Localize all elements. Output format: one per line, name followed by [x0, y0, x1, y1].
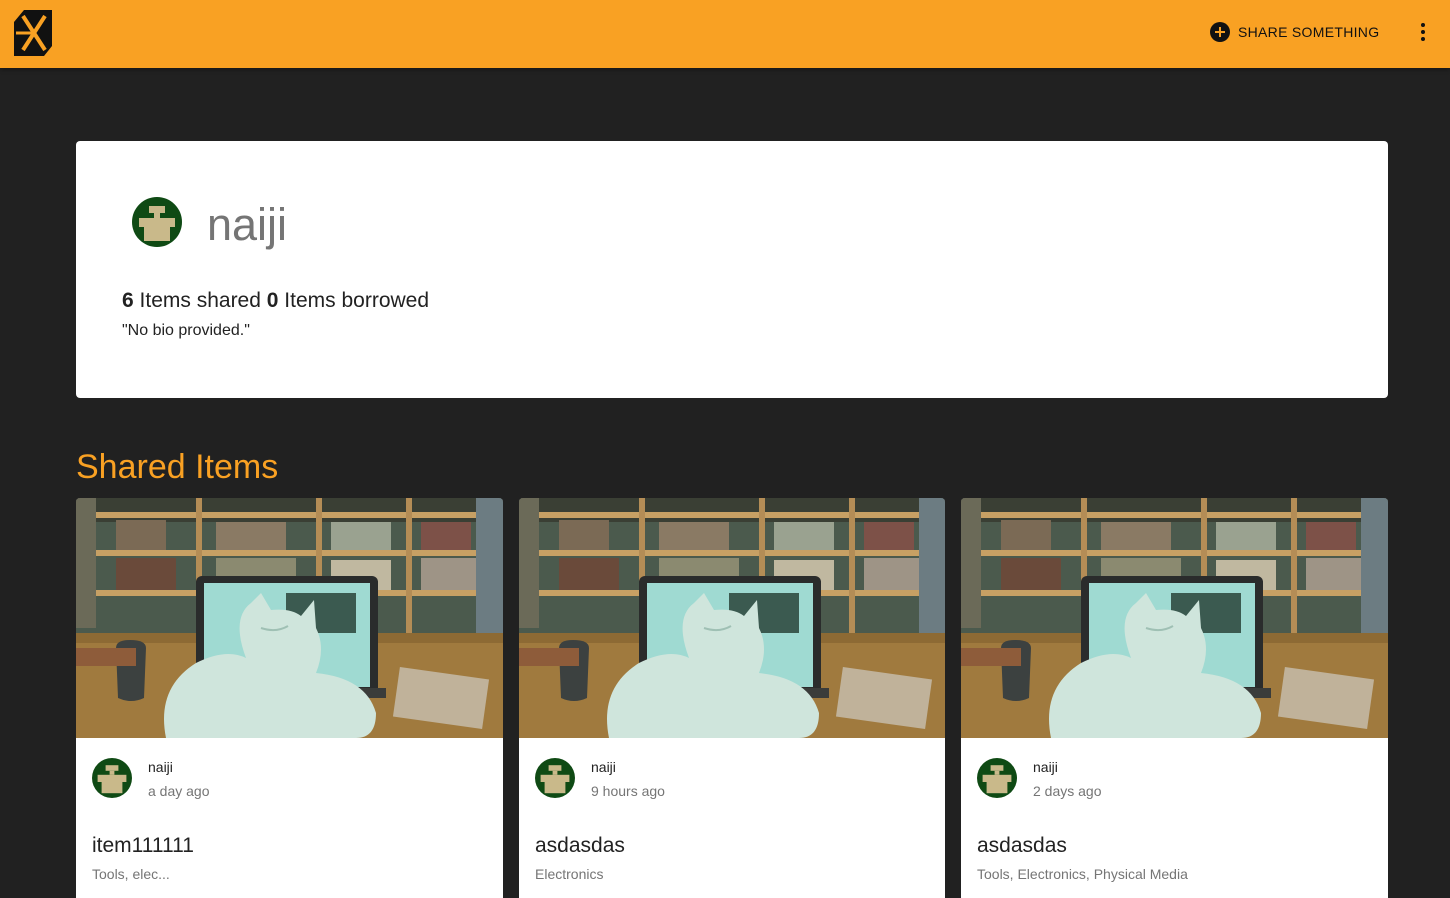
- item-owner-name: naiji: [1033, 759, 1058, 775]
- app-bar: SHARE SOMETHING: [0, 0, 1450, 68]
- item-photo: [519, 498, 945, 738]
- item-owner-name: naiji: [591, 759, 616, 775]
- item-title: asdasdas: [977, 834, 1067, 857]
- item-photo: [961, 498, 1388, 738]
- avatar: [535, 758, 575, 798]
- shared-items-heading: Shared Items: [76, 448, 279, 486]
- add-circle-icon: [1210, 22, 1230, 42]
- item-tags: Tools, elec...: [92, 866, 170, 882]
- profile-card: naiji 6 Items shared 0 Items borrowed "N…: [76, 141, 1388, 398]
- more-menu-button[interactable]: [1408, 16, 1438, 48]
- more-vert-dot: [1421, 37, 1425, 41]
- profile-stats: 6 Items shared 0 Items borrowed: [122, 289, 429, 313]
- more-vert-icon: [1421, 23, 1425, 27]
- item-tags: Tools, Electronics, Physical Media: [977, 866, 1188, 882]
- item-posted-time: 9 hours ago: [591, 783, 665, 799]
- item-posted-time: a day ago: [148, 783, 210, 799]
- share-something-label: SHARE SOMETHING: [1238, 24, 1380, 40]
- profile-username: naiji: [207, 199, 288, 250]
- item-title: asdasdas: [535, 834, 625, 857]
- profile-bio: "No bio provided.": [122, 322, 250, 339]
- item-owner-name: naiji: [148, 759, 173, 775]
- item-card[interactable]: naiji a day ago item111111 Tools, elec..…: [76, 498, 503, 898]
- boomtown-logo[interactable]: [12, 8, 54, 58]
- avatar: [977, 758, 1017, 798]
- more-vert-dot: [1421, 30, 1425, 34]
- item-card[interactable]: naiji 2 days ago asdasdas Tools, Electro…: [961, 498, 1388, 898]
- share-something-button[interactable]: SHARE SOMETHING: [1204, 16, 1385, 48]
- item-posted-time: 2 days ago: [1033, 783, 1102, 799]
- items-shared-label: Items shared: [139, 289, 261, 312]
- item-photo: [76, 498, 503, 738]
- items-borrowed-count: 0: [266, 289, 279, 312]
- items-shared-count: 6: [122, 289, 134, 312]
- items-borrowed-label: Items borrowed: [284, 289, 430, 312]
- item-tags: Electronics: [535, 866, 604, 882]
- item-title: item111111: [92, 834, 194, 857]
- avatar: [92, 758, 132, 798]
- item-card[interactable]: naiji 9 hours ago asdasdas Electronics: [519, 498, 945, 898]
- avatar: [132, 197, 182, 247]
